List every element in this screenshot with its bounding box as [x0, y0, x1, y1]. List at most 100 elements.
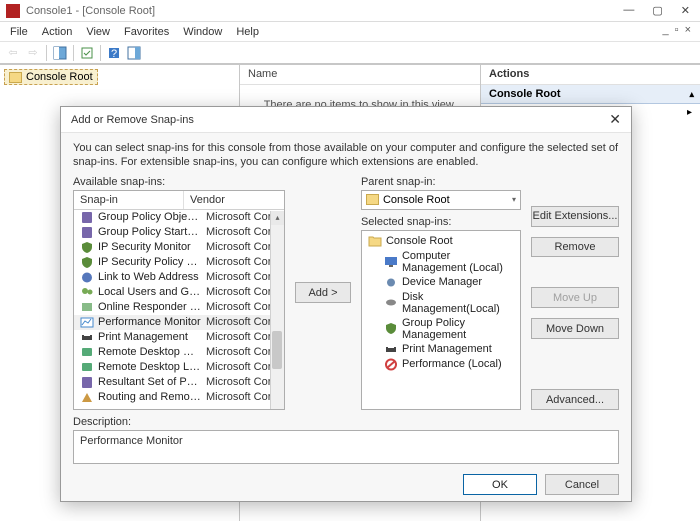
- selected-node-label: Device Manager: [402, 276, 482, 288]
- remove-button[interactable]: Remove: [531, 237, 619, 258]
- chevron-up-icon: ▴: [689, 89, 694, 100]
- snapin-vendor: Microsoft Cor...: [206, 301, 280, 313]
- snapin-row[interactable]: Performance MonitorMicrosoft Cor...: [74, 315, 284, 330]
- selected-node[interactable]: Disk Management(Local): [368, 290, 514, 316]
- snapin-row[interactable]: Online Responder M...Microsoft Cor...: [74, 300, 284, 315]
- cancel-button[interactable]: Cancel: [545, 474, 619, 495]
- menu-file[interactable]: File: [10, 26, 28, 38]
- maximize-button[interactable]: ▢: [652, 4, 662, 17]
- mdi-minimize[interactable]: _: [660, 24, 672, 36]
- snapin-vendor: Microsoft Cor...: [206, 271, 280, 283]
- advanced-button[interactable]: Advanced...: [531, 389, 619, 410]
- selected-node[interactable]: Device Manager: [368, 275, 514, 290]
- snapin-name: Remote Desktop Ga...: [98, 346, 202, 358]
- help-button[interactable]: ?: [105, 44, 123, 62]
- shield-icon: [384, 322, 398, 335]
- selected-node[interactable]: Group Policy Management: [368, 316, 514, 342]
- menu-action[interactable]: Action: [42, 26, 73, 38]
- selected-node[interactable]: Print Management: [368, 342, 514, 357]
- scrollbar[interactable]: ▴: [270, 211, 284, 409]
- snapin-row[interactable]: IP Security Policy M...Microsoft Cor...: [74, 255, 284, 270]
- menu-window[interactable]: Window: [183, 26, 222, 38]
- svg-text:?: ?: [111, 48, 117, 60]
- ok-button[interactable]: OK: [463, 474, 537, 495]
- selected-node-label: Print Management: [402, 343, 492, 355]
- snapin-row[interactable]: Print Management Microsoft Cor...: [74, 330, 284, 345]
- close-button[interactable]: ✕: [681, 4, 690, 17]
- snapin-name: Print Management: [98, 331, 202, 343]
- mdi-close[interactable]: ×: [682, 24, 694, 36]
- snapin-row[interactable]: Resultant Set of Policy Microsoft Cor...: [74, 375, 284, 390]
- selected-node-label: Disk Management(Local): [402, 291, 514, 315]
- back-button[interactable]: ⇦: [4, 44, 22, 62]
- snapin-name: Resultant Set of Policy: [98, 376, 202, 388]
- rdp-icon: [80, 361, 94, 374]
- menu-help[interactable]: Help: [236, 26, 259, 38]
- shield-icon: [80, 241, 94, 254]
- snapin-vendor: Microsoft Cor...: [206, 226, 280, 238]
- snapin-vendor: Microsoft Cor...: [206, 391, 280, 403]
- book-icon: [80, 226, 94, 239]
- snapin-row[interactable]: Group Policy Object ... Microsoft Cor...: [74, 210, 284, 225]
- snapin-row[interactable]: Remote Desktop Ga... Microsoft Cor...: [74, 345, 284, 360]
- book-icon: [80, 211, 94, 224]
- perf-icon: [80, 316, 94, 329]
- snapin-vendor: Microsoft Cor...: [206, 376, 280, 388]
- monitor-icon: [384, 255, 398, 268]
- disk-icon: [384, 296, 398, 309]
- snapin-vendor: Microsoft Cor...: [206, 361, 280, 373]
- result-header: Name: [240, 65, 480, 85]
- move-down-button[interactable]: Move Down: [531, 318, 619, 339]
- snapin-vendor: Microsoft Cor...: [206, 256, 280, 268]
- actions-section[interactable]: Console Root ▴: [481, 85, 700, 104]
- cert-icon: [80, 301, 94, 314]
- snapin-name: Group Policy Object ...: [98, 211, 202, 223]
- snapin-vendor: Microsoft Cor...: [206, 211, 280, 223]
- actions-title: Actions: [481, 65, 700, 85]
- snapin-row[interactable]: Group Policy Starter...Microsoft Cor...: [74, 225, 284, 240]
- snapin-row[interactable]: Link to Web Address Microsoft Cor...: [74, 270, 284, 285]
- menu-view[interactable]: View: [86, 26, 110, 38]
- scroll-thumb[interactable]: [272, 331, 282, 369]
- selected-node[interactable]: Performance (Local): [368, 357, 514, 372]
- snapin-name: Routing and Remote...: [98, 391, 202, 403]
- col-vendor[interactable]: Vendor: [184, 191, 231, 209]
- selected-node[interactable]: Console Root: [368, 234, 514, 249]
- col-snapin[interactable]: Snap-in: [74, 191, 184, 209]
- dialog-titlebar: Add or Remove Snap-ins ✕: [61, 107, 631, 133]
- forward-button[interactable]: ⇨: [24, 44, 42, 62]
- folder-icon: [368, 235, 382, 248]
- snapin-row[interactable]: Local Users and Gro...Microsoft Cor...: [74, 285, 284, 300]
- gear-icon: [384, 276, 398, 289]
- dialog-close-button[interactable]: ✕: [609, 111, 621, 128]
- snapin-row[interactable]: Routing and Remote... Microsoft Cor...: [74, 390, 284, 405]
- tree-node-console-root[interactable]: Console Root: [4, 69, 98, 85]
- edit-extensions-button[interactable]: Edit Extensions...: [531, 206, 619, 227]
- actions-section-label: Console Root: [489, 88, 561, 100]
- print-icon: [80, 331, 94, 344]
- selected-node-label: Group Policy Management: [402, 317, 514, 341]
- scroll-up-icon[interactable]: ▴: [271, 211, 284, 225]
- snapin-row[interactable]: Remote Desktop Lic... Microsoft Cor...: [74, 360, 284, 375]
- snapin-row[interactable]: IP Security MonitorMicrosoft Cor...: [74, 240, 284, 255]
- selected-node[interactable]: Computer Management (Local): [368, 249, 514, 275]
- mdi-restore[interactable]: ▫: [672, 24, 682, 36]
- move-up-button[interactable]: Move Up: [531, 287, 619, 308]
- available-snapins-list[interactable]: Snap-in Vendor Group Policy Object ... Mi…: [73, 190, 285, 410]
- snapin-name: Remote Desktop Lic...: [98, 361, 202, 373]
- parent-value: Console Root: [383, 194, 450, 206]
- app-icon: [6, 4, 20, 18]
- selected-snapins-tree[interactable]: Console RootComputer Management (Local)D…: [361, 230, 521, 410]
- folder-icon: [9, 72, 22, 83]
- export-list-button[interactable]: [78, 44, 96, 62]
- snapin-vendor: Microsoft Cor...: [206, 346, 280, 358]
- snapin-vendor: Microsoft Cor...: [206, 331, 280, 343]
- toolbar: ⇦ ⇨ ?: [0, 42, 700, 64]
- show-hide-tree-button[interactable]: [51, 44, 69, 62]
- snapin-name: Link to Web Address: [98, 271, 202, 283]
- actions-pane-button[interactable]: [125, 44, 143, 62]
- parent-snapin-combo[interactable]: Console Root ▾: [361, 190, 521, 210]
- add-button[interactable]: Add >: [295, 282, 351, 303]
- menu-favorites[interactable]: Favorites: [124, 26, 169, 38]
- minimize-button[interactable]: —: [623, 4, 634, 17]
